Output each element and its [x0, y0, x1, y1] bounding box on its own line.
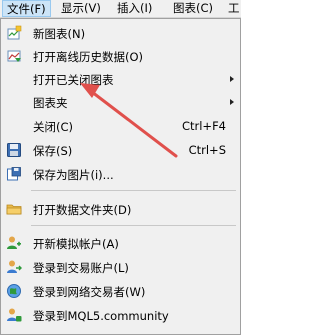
menu-item-shortcut: Ctrl+S — [188, 143, 226, 157]
menu-item-shortcut: Ctrl+F4 — [181, 119, 226, 133]
menu-item-new-chart[interactable]: 新图表(N) — [1, 22, 240, 44]
menu-separator — [31, 225, 236, 226]
menu-item-label: 新图表(N) — [33, 27, 86, 41]
menu-item-save[interactable]: 保存(S) Ctrl+S — [1, 139, 240, 161]
menu-file[interactable]: 文件(F) — [2, 0, 51, 17]
save-as-picture-icon — [7, 167, 21, 181]
menu-item-label: 保存为图片(i)... — [33, 168, 114, 182]
menu-item-label: 图表夹 — [33, 96, 68, 110]
menu-bar: 文件(F) 显示(V) 插入(I) 图表(C) 工 — [0, 0, 241, 18]
submenu-arrow-icon — [230, 76, 234, 82]
save-icon — [7, 143, 21, 157]
menu-item-login-trade-account[interactable]: 登录到交易账户(L) — [1, 256, 240, 278]
menu-view[interactable]: 显示(V) — [57, 0, 105, 17]
login-trade-icon — [7, 260, 22, 273]
web-trader-icon — [7, 284, 21, 298]
menu-charts[interactable]: 图表(C) — [169, 0, 217, 17]
menu-separator — [31, 190, 236, 191]
file-menu-dropdown: 新图表(N) 打开离线历史数据(O) 打开已关闭图表 图表夹 关闭(C) Ctr… — [0, 18, 241, 335]
menu-item-save-as-picture[interactable]: 保存为图片(i)... — [1, 163, 240, 185]
menu-item-open-demo-account[interactable]: 开新模拟帐户(A) — [1, 232, 240, 254]
menu-item-label: 登录到MQL5.community — [33, 309, 169, 323]
menu-tools[interactable]: 工 — [224, 0, 244, 17]
menu-item-close[interactable]: 关闭(C) Ctrl+F4 — [1, 115, 240, 137]
menu-item-profiles[interactable]: 图表夹 — [1, 91, 240, 113]
new-chart-icon — [7, 25, 22, 40]
menu-item-open-closed-chart[interactable]: 打开已关闭图表 — [1, 68, 240, 90]
menu-item-open-offline[interactable]: 打开离线历史数据(O) — [1, 45, 240, 67]
menu-item-login-mql5[interactable]: 登录到MQL5.community — [1, 304, 240, 326]
mql5-icon — [7, 308, 22, 322]
folder-icon — [6, 204, 22, 215]
menu-item-label: 保存(S) — [33, 144, 73, 158]
menu-item-open-data-folder[interactable]: 打开数据文件夹(D) — [1, 198, 240, 220]
menu-item-label: 关闭(C) — [33, 120, 74, 134]
menu-item-label: 开新模拟帐户(A) — [33, 237, 119, 251]
menu-item-label: 打开数据文件夹(D) — [33, 203, 132, 217]
menu-item-label: 登录到网络交易者(W) — [33, 285, 146, 299]
menu-item-label: 登录到交易账户(L) — [33, 261, 129, 275]
submenu-arrow-icon — [230, 99, 234, 105]
demo-account-icon — [7, 236, 21, 249]
menu-insert[interactable]: 插入(I) — [113, 0, 156, 17]
menu-item-label: 打开已关闭图表 — [33, 73, 114, 87]
menu-item-label: 打开离线历史数据(O) — [33, 50, 144, 64]
open-offline-icon — [7, 50, 21, 62]
menu-item-login-web-trader[interactable]: 登录到网络交易者(W) — [1, 280, 240, 302]
